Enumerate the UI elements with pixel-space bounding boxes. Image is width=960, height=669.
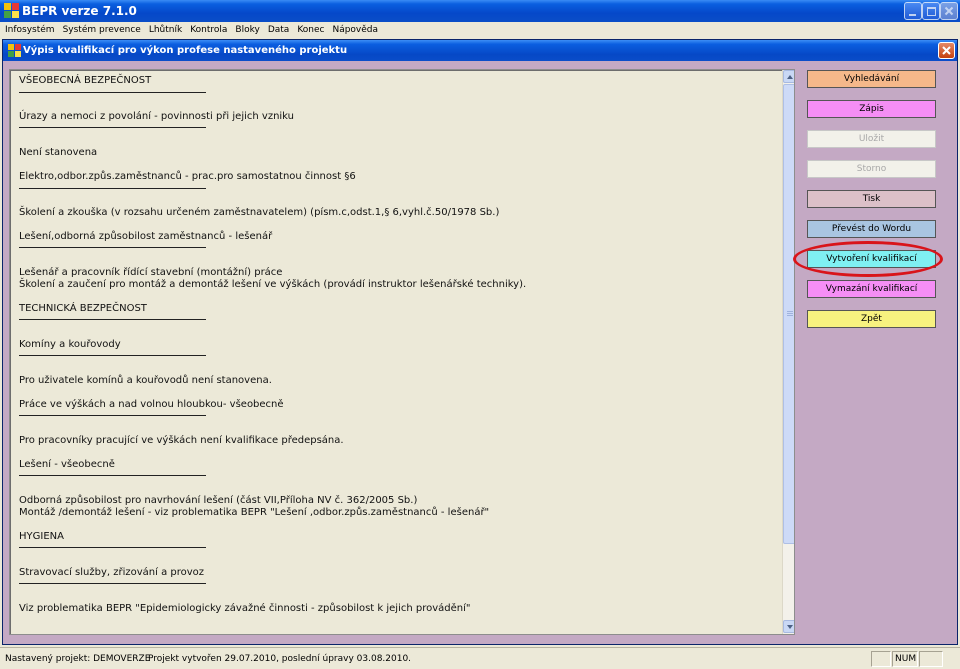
dialog-close-button[interactable]	[938, 42, 955, 59]
search-button[interactable]: Vyhledávání	[807, 70, 936, 88]
qualifications-text-panel[interactable]: VŠEOBECNÁ BEZPEČNOST Úrazy a nemoci z po…	[9, 69, 795, 635]
dialog-title-bar[interactable]: Výpis kvalifikací pro výkon profese nast…	[3, 40, 957, 61]
content-line: Pro uživatele komínů a kouřovodů není st…	[19, 375, 272, 386]
close-button[interactable]	[940, 2, 958, 20]
separator	[19, 355, 206, 356]
dialog-title: Výpis kvalifikací pro výkon profese nast…	[23, 45, 348, 56]
separator	[19, 127, 206, 128]
scroll-thumb[interactable]	[783, 84, 794, 544]
separator	[19, 475, 206, 476]
save-button[interactable]: Uložit	[807, 130, 936, 148]
content-line: VŠEOBECNÁ BEZPEČNOST	[19, 75, 152, 86]
write-button[interactable]: Zápis	[807, 100, 936, 118]
status-bar: Nastavený projekt: DEMOVERZE Projekt vyt…	[0, 647, 960, 669]
cancel-button[interactable]: Storno	[807, 160, 936, 178]
minimize-icon	[909, 14, 916, 16]
menu-konec[interactable]: Konec	[293, 23, 328, 38]
content-line: Odborná způsobilost pro navrhování lešen…	[19, 495, 418, 506]
chevron-up-icon	[787, 75, 793, 79]
content-line: Školení a zkouška (v rozsahu určeném zam…	[19, 207, 500, 218]
content-line: Pro pracovníky pracující ve výškách není…	[19, 435, 344, 446]
close-icon	[944, 6, 954, 16]
separator	[19, 547, 206, 548]
status-panel	[919, 651, 943, 667]
status-project: Nastavený projekt: DEMOVERZE	[5, 654, 151, 664]
application-window: BEPR verze 7.1.0 Infosystém Systém preve…	[0, 0, 960, 669]
menu-bar: Infosystém Systém prevence Lhůtník Kontr…	[0, 22, 960, 38]
content-line: Viz problematika BEPR "Epidemiologicky z…	[19, 603, 471, 614]
content-line: Práce ve výškách a nad volnou hloubkou- …	[19, 399, 284, 410]
separator	[19, 92, 206, 93]
qualifications-window: Výpis kvalifikací pro výkon profese nast…	[2, 39, 958, 645]
content-line: Komíny a kouřovody	[19, 339, 121, 350]
content-line: Stravovací služby, zřizování a provoz	[19, 567, 205, 578]
window-title-bar[interactable]: BEPR verze 7.1.0	[0, 0, 960, 22]
content-line: TECHNICKÁ BEZPEČNOST	[19, 303, 147, 314]
separator	[19, 247, 206, 248]
chevron-down-icon	[787, 625, 793, 629]
separator	[19, 415, 206, 416]
menu-kontrola[interactable]: Kontrola	[186, 23, 231, 38]
minimize-button[interactable]	[904, 2, 922, 20]
vertical-scrollbar[interactable]	[782, 70, 794, 634]
content-line: Montáž /demontáž lešení - viz problemati…	[19, 507, 490, 518]
back-button[interactable]: Zpět	[807, 310, 936, 328]
bepr-app-icon	[4, 3, 19, 18]
maximize-icon	[927, 7, 936, 16]
separator	[19, 319, 206, 320]
highlight-annotation-ring	[793, 241, 943, 277]
content-line: Není stanovena	[19, 147, 98, 158]
maximize-button[interactable]	[922, 2, 940, 20]
status-panel	[871, 651, 891, 667]
status-panel-num: NUM	[892, 651, 918, 667]
export-to-word-button[interactable]: Převést do Wordu	[807, 220, 936, 238]
scroll-grip	[787, 313, 793, 314]
scroll-grip	[787, 315, 793, 316]
content-line: HYGIENA	[19, 531, 64, 542]
scroll-grip	[787, 311, 793, 312]
content-line: Školení a zaučení pro montáž a demontáž …	[19, 279, 527, 290]
content-line: Lešení,odborná způsobilost zaměstnanců -…	[19, 231, 273, 242]
content-line: Lešení - všeobecně	[19, 459, 115, 470]
separator	[19, 188, 206, 189]
content-line: Lešenář a pracovník řídící stavební (mon…	[19, 267, 283, 278]
bepr-app-icon	[8, 44, 21, 57]
menu-napoveda[interactable]: Nápověda	[328, 23, 382, 38]
scroll-down-button[interactable]	[783, 620, 794, 633]
menu-data[interactable]: Data	[264, 23, 294, 38]
menu-bloky[interactable]: Bloky	[231, 23, 263, 38]
close-icon	[942, 46, 951, 55]
content-line: Elektro,odbor.způs.zaměstnanců - prac.pr…	[19, 171, 356, 182]
delete-qualifications-button[interactable]: Vymazání kvalifikací	[807, 280, 936, 298]
scroll-up-button[interactable]	[783, 70, 794, 83]
print-button[interactable]: Tisk	[807, 190, 936, 208]
menu-lhutnik[interactable]: Lhůtník	[145, 23, 186, 38]
window-title: BEPR verze 7.1.0	[22, 4, 137, 18]
content-line: Úrazy a nemoci z povolání - povinnosti p…	[19, 111, 294, 122]
menu-infosystem[interactable]: Infosystém	[0, 23, 59, 38]
separator	[19, 583, 206, 584]
num-lock-indicator: NUM	[895, 654, 917, 664]
menu-system-prevence[interactable]: Systém prevence	[59, 23, 145, 38]
status-project-dates: Projekt vytvořen 29.07.2010, poslední úp…	[148, 654, 412, 664]
